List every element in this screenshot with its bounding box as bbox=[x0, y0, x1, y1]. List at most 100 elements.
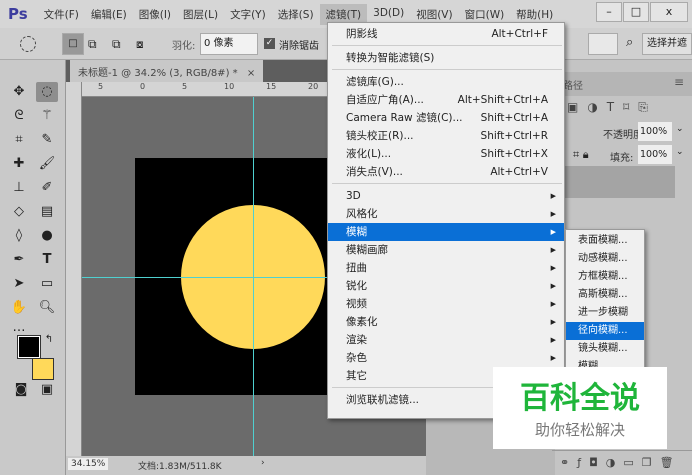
fill-label: 填充: bbox=[610, 153, 634, 164]
blur-submenu-item[interactable]: 进一步模糊 bbox=[566, 304, 644, 322]
filter-menu-item[interactable]: 转换为智能滤镜(S) bbox=[328, 49, 564, 67]
filter-menu-item[interactable]: 阴影线 Alt+Ctrl+F bbox=[328, 25, 564, 43]
opacity-input[interactable]: 100% bbox=[638, 122, 672, 141]
subtract-selection-icon[interactable]: ⧉ bbox=[112, 37, 121, 52]
ruler-tick: 10 bbox=[224, 82, 235, 91]
menu-2[interactable]: 图像(I) bbox=[133, 4, 177, 25]
filter-menu-item[interactable]: 锐化 ▶ bbox=[328, 277, 564, 295]
filter-menu-item[interactable]: 滤镜库(G)... bbox=[328, 73, 564, 91]
layer-row[interactable] bbox=[555, 166, 675, 198]
maximize-button[interactable]: □ bbox=[623, 2, 649, 22]
filter-menu-item[interactable]: 模糊 ▶ bbox=[328, 223, 564, 241]
background-color-swatch[interactable] bbox=[32, 358, 54, 380]
filter-menu-item[interactable]: 杂色 ▶ bbox=[328, 349, 564, 367]
search-icon[interactable]: ⌕ bbox=[626, 35, 633, 50]
quick-mask-icon[interactable]: ◙ bbox=[10, 380, 32, 400]
menu-3[interactable]: 图层(L) bbox=[177, 4, 224, 25]
filter-menu-item[interactable]: 液化(L)... Shift+Ctrl+X bbox=[328, 145, 564, 163]
menu-item-label: 渲染 bbox=[346, 334, 367, 346]
close-tab-icon[interactable]: × bbox=[247, 68, 255, 79]
clone-stamp-icon[interactable]: ⊥ bbox=[8, 178, 30, 198]
filter-menu-item[interactable]: 像素化 ▶ bbox=[328, 313, 564, 331]
path-selection-icon[interactable]: ➤ bbox=[8, 274, 30, 294]
menu-0[interactable]: 文件(F) bbox=[38, 4, 85, 25]
menu-item-label: 杂色 bbox=[346, 352, 367, 364]
swap-colors-icon[interactable]: ↰ bbox=[38, 330, 60, 350]
document-tab[interactable]: 未标题-1 @ 34.2% (3, RGB/8#) * × bbox=[70, 60, 264, 82]
antialias-checkbox[interactable]: ✓ bbox=[264, 38, 275, 49]
rectangle-tool-icon[interactable]: ▭ bbox=[36, 274, 58, 294]
submenu-arrow-icon: ▶ bbox=[550, 210, 556, 218]
blur-submenu-item[interactable]: 径向模糊... bbox=[566, 322, 644, 340]
history-brush-icon[interactable]: ✐ bbox=[36, 178, 58, 198]
status-bar: 34.15% 文档:1.83M/511.8K › bbox=[66, 456, 426, 475]
panel-menu-icon[interactable]: ≡ bbox=[674, 75, 684, 89]
brush-tool-icon[interactable]: 🖌 bbox=[36, 154, 58, 174]
menu-item-label: Camera Raw 滤镜(C)... bbox=[346, 112, 463, 124]
filter-menu-item[interactable]: 模糊画廊 ▶ bbox=[328, 241, 564, 259]
add-selection-icon[interactable]: ⧉ bbox=[88, 37, 97, 52]
eyedropper-icon[interactable]: ✎ bbox=[36, 130, 58, 150]
submenu-arrow-icon: ▶ bbox=[550, 228, 556, 236]
paths-tab[interactable]: 路径 bbox=[563, 77, 583, 92]
screen-mode-icon[interactable]: ▣ bbox=[36, 380, 58, 400]
elliptical-marquee-tool-icon[interactable]: ◌ bbox=[36, 82, 58, 102]
menu-5[interactable]: 选择(S) bbox=[272, 4, 320, 25]
feather-input[interactable]: 0 像素 bbox=[200, 33, 258, 55]
more-tools-icon[interactable]: … bbox=[8, 318, 30, 338]
menu-item-label: 阴影线 bbox=[346, 28, 378, 40]
filter-menu-item[interactable]: 视频 ▶ bbox=[328, 295, 564, 313]
filter-menu-item[interactable]: 渲染 ▶ bbox=[328, 331, 564, 349]
watermark-subtitle: 助你轻松解决 bbox=[534, 421, 625, 439]
lasso-tool-icon[interactable]: ᘓ bbox=[8, 106, 30, 126]
healing-brush-icon[interactable]: ✚ bbox=[8, 154, 30, 174]
filter-menu-item[interactable]: 镜头校正(R)... Shift+Ctrl+R bbox=[328, 127, 564, 145]
blur-submenu-item[interactable]: 高斯模糊... bbox=[566, 286, 644, 304]
dodge-tool-icon[interactable]: ● bbox=[36, 226, 58, 246]
intersect-selection-icon[interactable]: ⧇ bbox=[136, 37, 144, 52]
filter-menu-item[interactable]: 风格化 ▶ bbox=[328, 205, 564, 223]
menu-separator bbox=[332, 69, 562, 70]
filter-menu-item[interactable]: 扭曲 ▶ bbox=[328, 259, 564, 277]
blur-submenu-item[interactable]: 方框模糊... bbox=[566, 268, 644, 286]
fill-input[interactable]: 100% bbox=[638, 145, 672, 164]
select-and-mask-button[interactable]: 选择并遮 bbox=[642, 33, 692, 55]
menu-item-label: 模糊画廊 bbox=[346, 244, 388, 256]
menu-4[interactable]: 文字(Y) bbox=[224, 4, 272, 25]
filter-menu-item[interactable]: Camera Raw 滤镜(C)... Shift+Ctrl+A bbox=[328, 109, 564, 127]
new-selection-button[interactable]: □ bbox=[62, 33, 84, 55]
hand-tool-icon[interactable]: ✋ bbox=[8, 298, 30, 318]
width-input[interactable] bbox=[588, 33, 618, 55]
foreground-color-swatch[interactable] bbox=[17, 335, 41, 359]
elliptical-marquee-icon[interactable] bbox=[20, 36, 36, 52]
blur-tool-icon[interactable]: ◊ bbox=[8, 226, 30, 246]
layer-filter-icons[interactable]: ▣◑T⌑⎘ bbox=[567, 100, 657, 115]
opacity-dropdown-icon[interactable]: ⌄ bbox=[676, 124, 684, 134]
filter-menu-item[interactable]: 自适应广角(A)... Alt+Shift+Ctrl+A bbox=[328, 91, 564, 109]
zoom-tool-icon[interactable]: 🔍︎ bbox=[36, 298, 58, 318]
blur-submenu-item[interactable]: 动感模糊... bbox=[566, 250, 644, 268]
crop-tool-icon[interactable]: ⌗ bbox=[8, 130, 30, 150]
zoom-level[interactable]: 34.15% bbox=[68, 458, 109, 470]
type-tool-icon[interactable]: T bbox=[36, 250, 58, 270]
layers-bottom-toolbar[interactable]: ⚭ƒ◘◑▭❐🗑︎ bbox=[552, 450, 692, 475]
pen-tool-icon[interactable]: ✒ bbox=[8, 250, 30, 270]
lock-icons[interactable]: ⌗ 🔒︎ bbox=[573, 148, 589, 162]
menu-item-label: 模糊 bbox=[346, 226, 367, 238]
gradient-tool-icon[interactable]: ▤ bbox=[36, 202, 58, 222]
menu-item-label: 自适应广角(A)... bbox=[346, 94, 424, 106]
filter-menu-item[interactable]: 消失点(V)... Alt+Ctrl+V bbox=[328, 163, 564, 181]
magic-wand-icon[interactable]: ⚚ bbox=[36, 106, 58, 126]
eraser-icon[interactable]: ◇ bbox=[8, 202, 30, 222]
move-tool-icon[interactable]: ✥ bbox=[8, 82, 30, 102]
feather-label: 羽化: bbox=[172, 41, 196, 52]
menu-1[interactable]: 编辑(E) bbox=[85, 4, 133, 25]
filter-menu-item[interactable]: 3D ▶ bbox=[328, 187, 564, 205]
blur-submenu-item[interactable]: 表面模糊... bbox=[566, 232, 644, 250]
minimize-button[interactable]: – bbox=[596, 2, 622, 22]
close-button[interactable]: x bbox=[650, 2, 688, 22]
watermark-title: 百科全说 bbox=[520, 381, 640, 416]
fill-dropdown-icon[interactable]: ⌄ bbox=[676, 147, 684, 157]
blur-submenu-item[interactable]: 镜头模糊... bbox=[566, 340, 644, 358]
status-menu-arrow[interactable]: › bbox=[261, 458, 265, 468]
